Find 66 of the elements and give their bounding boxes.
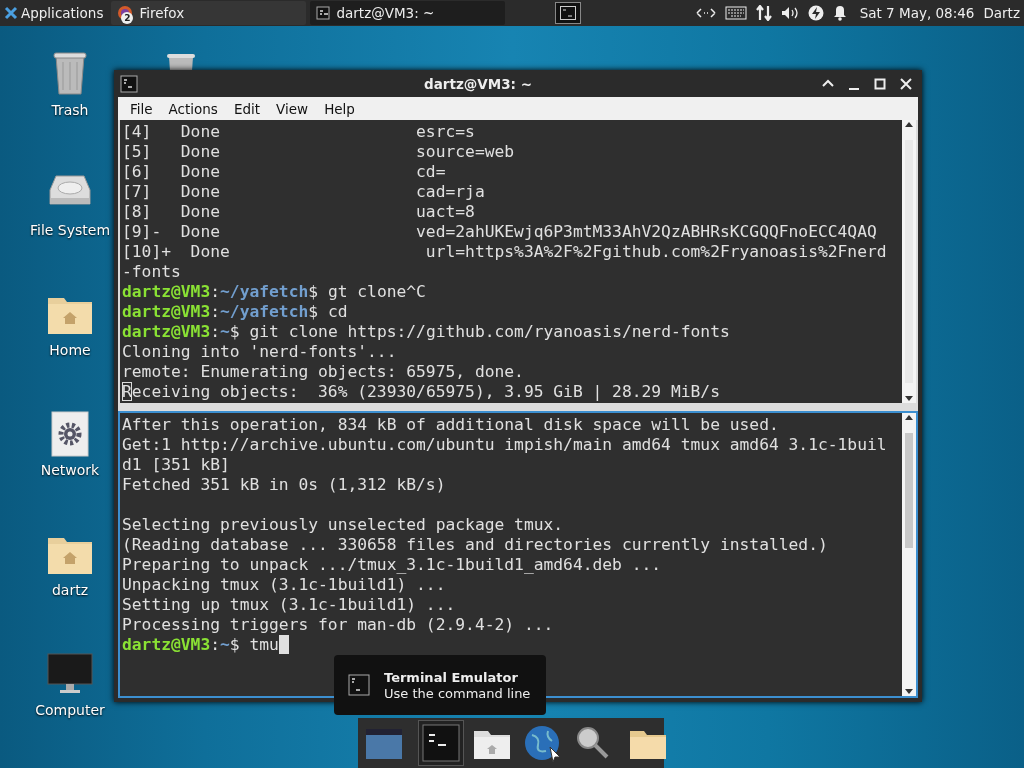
- menu-item[interactable]: Actions: [160, 100, 226, 117]
- terminal-line: Cloning into 'nerd-fonts'...: [122, 342, 398, 362]
- scroll-up-icon[interactable]: [904, 413, 914, 421]
- terminal-line: dartz@VM3:~$ tmu: [122, 635, 902, 655]
- network-arrows-icon[interactable]: [695, 7, 716, 19]
- terminal-icon: [120, 74, 138, 93]
- clock[interactable]: Sat 7 May, 08:46: [859, 5, 975, 21]
- terminal-line: dartz@VM3:~/yafetch$ gt clone^C: [122, 282, 427, 302]
- taskbar-button[interactable]: 2 Firefox: [111, 1, 307, 25]
- terminal-line: dartz@VM3:~$ git clone https://github.com/ryanoasis/nerd-fonts: [122, 322, 731, 342]
- terminal-line: Processing triggers for man-db (2.9.4-2) ...: [122, 615, 555, 635]
- menu-item[interactable]: Help: [316, 100, 363, 117]
- terminal-line: -fonts: [122, 262, 182, 282]
- terminal-line: Get:1 http://archive.ubuntu.com/ubuntu impish/main amd64 tmux amd64 3.1c-1buil: [122, 435, 888, 455]
- scroll-down-icon[interactable]: [904, 395, 914, 403]
- terminal-icon: [560, 6, 577, 20]
- bell-icon[interactable]: [832, 5, 847, 21]
- terminal-line: Selecting previously unselected package tmux.: [122, 515, 565, 535]
- terminal-line: [8] Done uact=8: [122, 202, 476, 222]
- terminal-line: (Reading database ... 330658 files and directories currently installed.): [122, 535, 829, 555]
- desktop-icon-label[interactable]: Trash: [51, 102, 89, 118]
- terminal-icon[interactable]: [421, 723, 461, 763]
- window-title: dartz@VM3: ~: [423, 75, 533, 92]
- terminal-launcher[interactable]: [555, 2, 582, 24]
- terminal-line: [6] Done cd=: [122, 162, 447, 182]
- terminal-line: Setting up tmux (3.1c-1build1) ...: [122, 595, 457, 615]
- terminal-line: [10]+ Done url=https%3A%2F%2Fgithub.com%2Fryanoasis%2Fnerd: [122, 242, 888, 262]
- menu-item[interactable]: File: [122, 100, 161, 117]
- terminal-line: dartz@VM3:~/yafetch$ cd: [122, 302, 349, 322]
- terminal-line: [4] Done esrc=s: [122, 122, 476, 142]
- desktop-icon-label[interactable]: Computer: [35, 702, 105, 718]
- volume-icon[interactable]: [780, 6, 799, 20]
- keyboard-icon[interactable]: [724, 6, 747, 20]
- power-bolt-icon[interactable]: [807, 5, 824, 21]
- terminal-line: Fetched 351 kB in 0s (1,312 kB/s): [122, 475, 447, 495]
- desktop-icon-label[interactable]: Network: [40, 462, 100, 478]
- terminal-line: Unpacking tmux (3.1c-1build1) ...: [122, 575, 447, 595]
- globe-icon[interactable]: [522, 723, 562, 763]
- terminal-line: [9]- Done ved=2ahUKEwjq6P3mtM33AhV2QzABHRsKCGQQFnoECC4QAQ: [122, 222, 878, 242]
- taskbar-button[interactable]: dartz@VM3: ~: [310, 1, 506, 25]
- terminal-line: After this operation, 834 kB of additional disk space will be used.: [122, 415, 780, 435]
- desktop-icon-label[interactable]: File System: [29, 222, 111, 238]
- user-name[interactable]: Dartz: [983, 5, 1020, 21]
- scrollbar[interactable]: [902, 413, 916, 696]
- applications-menu[interactable]: Applications: [0, 0, 108, 26]
- scroll-down-icon[interactable]: [904, 688, 914, 696]
- desktop-icon-label[interactable]: Home: [49, 342, 91, 358]
- terminal-icon: [316, 6, 331, 20]
- text-cursor: [278, 635, 289, 654]
- terminal-line: [5] Done source=web: [122, 142, 516, 162]
- terminal-line: [7] Done cad=rja: [122, 182, 486, 202]
- scrollbar[interactable]: [902, 120, 916, 403]
- scrollbar-thumb[interactable]: [905, 433, 913, 548]
- terminal-icon: [348, 674, 370, 696]
- x-logo-icon: [4, 6, 18, 20]
- terminal-line: d1 [351 kB]: [122, 455, 231, 475]
- desktop-icon-label[interactable]: dartz: [51, 582, 89, 598]
- menu-item[interactable]: Edit: [225, 100, 269, 117]
- close-icon[interactable]: [898, 75, 914, 92]
- menu-item[interactable]: View: [268, 100, 317, 117]
- up-down-arrows-icon[interactable]: [755, 5, 772, 21]
- terminal-line: Preparing to unpack .../tmux_3.1c-1build1_amd64.deb ...: [122, 555, 663, 575]
- tooltip-title: Terminal Emulator: [384, 669, 519, 685]
- terminal-pane[interactable]: [118, 411, 918, 698]
- tooltip-description: Use the command line: [384, 685, 531, 701]
- terminal-line: remote: Enumerating objects: 65975, done.: [122, 362, 525, 382]
